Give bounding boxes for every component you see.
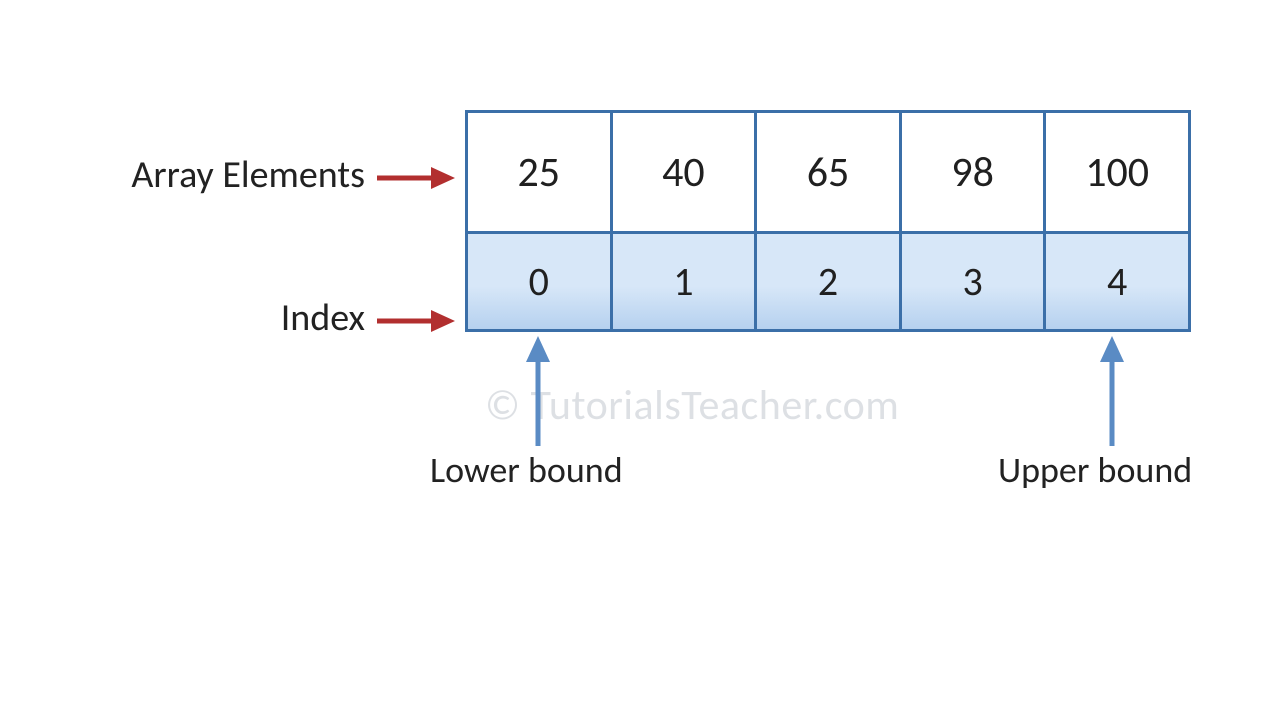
array-diagram: Array Elements Index 25 40 65 98 100 0 1… xyxy=(0,0,1280,720)
element-cell: 40 xyxy=(610,113,755,231)
array-elements-label: Array Elements xyxy=(85,152,365,198)
upper-bound-label: Upper bound xyxy=(998,448,1192,492)
element-cell: 100 xyxy=(1043,113,1188,231)
index-cell: 2 xyxy=(754,234,899,329)
element-cell: 65 xyxy=(754,113,899,231)
index-cell: 1 xyxy=(610,234,755,329)
index-cell: 4 xyxy=(1043,234,1188,329)
array-table: 25 40 65 98 100 0 1 2 3 4 xyxy=(465,110,1191,332)
index-cell: 0 xyxy=(468,234,610,329)
lower-bound-label: Lower bound xyxy=(430,448,623,492)
index-row: 0 1 2 3 4 xyxy=(468,231,1188,329)
elements-row: 25 40 65 98 100 xyxy=(468,113,1188,231)
arrow-right-icon xyxy=(375,163,455,193)
element-cell: 25 xyxy=(468,113,610,231)
index-label: Index xyxy=(85,295,365,341)
arrow-right-icon xyxy=(375,306,455,336)
element-cell: 98 xyxy=(899,113,1044,231)
arrow-up-icon xyxy=(518,336,558,446)
index-cell: 3 xyxy=(899,234,1044,329)
arrow-up-icon xyxy=(1092,336,1132,446)
